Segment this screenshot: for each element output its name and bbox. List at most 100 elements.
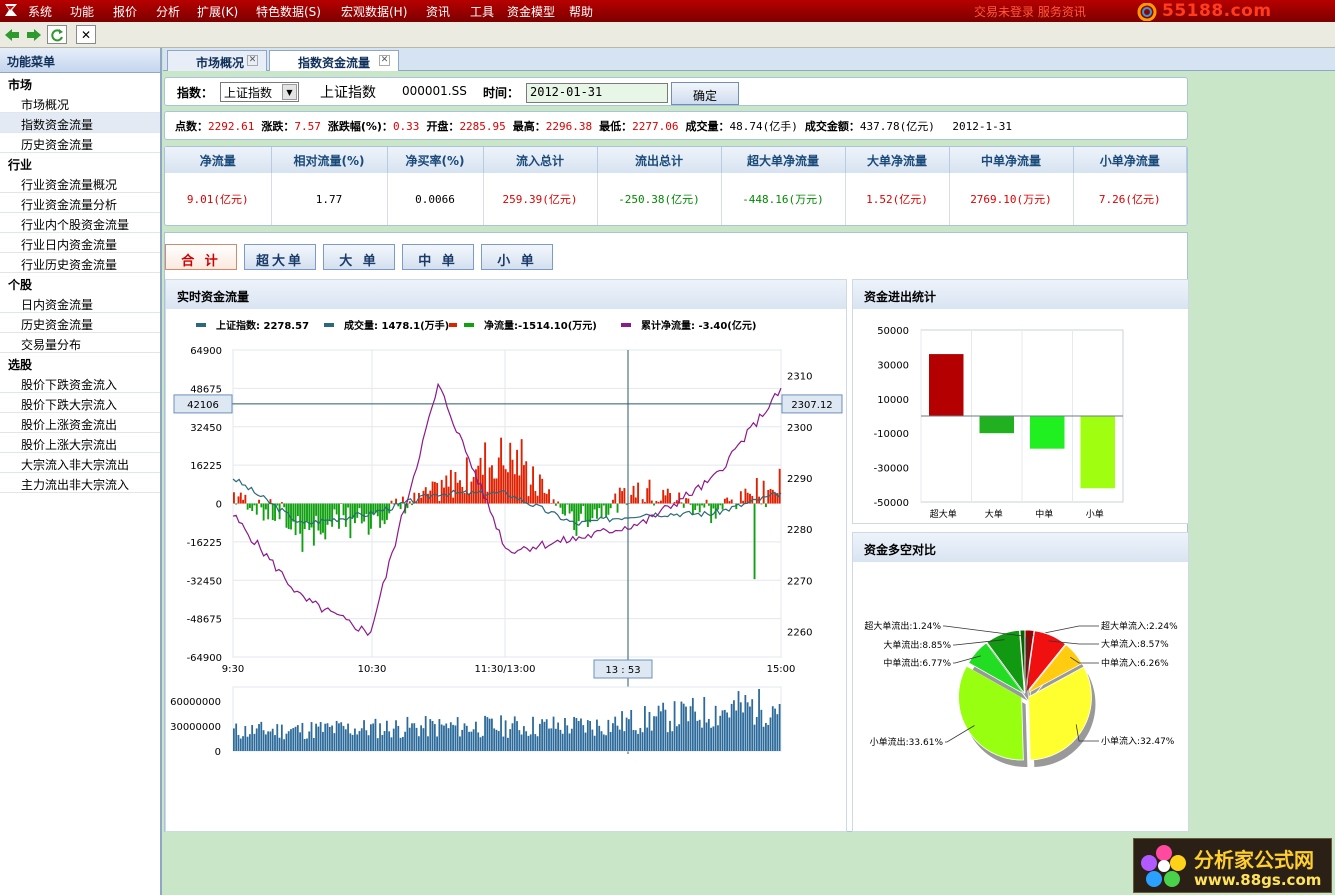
confirm-button[interactable]: 确定 bbox=[671, 82, 739, 105]
index-select[interactable]: 上证指数 ▼ bbox=[220, 82, 299, 102]
chevron-down-icon[interactable]: ▼ bbox=[282, 84, 297, 100]
segment-total-button[interactable]: 合 计 bbox=[165, 244, 237, 270]
tab-close-icon[interactable]: ✕ bbox=[247, 55, 258, 66]
volume-bar bbox=[767, 724, 770, 751]
net-flow-bar bbox=[605, 503, 608, 518]
cell-l-net: 1.52(亿元) bbox=[845, 173, 950, 225]
tab-index-fund-flow[interactable]: 指数资金流量 ✕ bbox=[269, 50, 399, 71]
volume-bar bbox=[285, 733, 288, 751]
volume-bar bbox=[404, 731, 407, 751]
sidebar-item-screen-3[interactable]: 股价上涨资金流出 bbox=[0, 413, 160, 433]
net-flow-bar bbox=[497, 457, 500, 504]
net-flow-bar bbox=[710, 503, 713, 524]
segment-l-button[interactable]: 大 单 bbox=[323, 244, 395, 270]
net-flow-bar bbox=[586, 503, 589, 528]
net-flow-bar bbox=[388, 503, 391, 514]
volume-bar bbox=[607, 719, 610, 751]
segment-s-button[interactable]: 小 单 bbox=[481, 244, 553, 270]
back-arrow-icon[interactable] bbox=[2, 25, 22, 44]
sidebar-item-history-fund-flow[interactable]: 历史资金流量 bbox=[0, 133, 160, 153]
login-status[interactable]: 交易未登录 服务资讯 bbox=[974, 3, 1086, 20]
close-icon[interactable]: ✕ bbox=[76, 25, 96, 44]
menu-tools[interactable]: 工具 bbox=[470, 3, 494, 20]
menu-analysis[interactable]: 分析 bbox=[156, 3, 180, 20]
volume-bar bbox=[735, 710, 738, 751]
volume-bar bbox=[682, 703, 685, 751]
menu-system[interactable]: 系统 bbox=[28, 3, 52, 20]
net-flow-bar bbox=[509, 442, 512, 504]
volume-bar bbox=[625, 717, 628, 751]
menu-macro-data[interactable]: 宏观数据(H) bbox=[341, 3, 407, 20]
menu-extend[interactable]: 扩展(K) bbox=[197, 3, 238, 20]
volume-bar bbox=[324, 723, 327, 751]
tab-close-icon[interactable]: ✕ bbox=[379, 55, 390, 66]
menu-help[interactable]: 帮助 bbox=[569, 3, 593, 20]
legend-label: 上证指数: 2278.57 bbox=[216, 319, 309, 332]
volume-bar bbox=[730, 703, 733, 751]
volume-bar bbox=[347, 723, 349, 751]
net-flow-bar bbox=[630, 494, 633, 504]
left-axis-tick: 32450 bbox=[190, 423, 222, 434]
volume-bar bbox=[742, 712, 744, 751]
sidebar-item-market-overview[interactable]: 市场概况 bbox=[0, 93, 160, 113]
sidebar-item-index-fund-flow[interactable]: 指数资金流量 bbox=[0, 113, 160, 133]
volume-bar bbox=[449, 722, 452, 751]
volume-bar bbox=[406, 716, 409, 751]
right-axis-tick: 2290 bbox=[787, 474, 812, 485]
volume-bar bbox=[443, 725, 445, 751]
net-flow-bar bbox=[312, 503, 315, 546]
segment-xl-button[interactable]: 超大单 bbox=[244, 244, 316, 270]
sidebar-item-industry-analysis[interactable]: 行业资金流量分析 bbox=[0, 193, 160, 213]
sidebar-item-screen-4[interactable]: 股价上涨大宗流出 bbox=[0, 433, 160, 453]
sidebar-item-intraday-flow[interactable]: 日内资金流量 bbox=[0, 293, 160, 313]
date-input[interactable]: 2012-01-31 bbox=[526, 83, 668, 103]
sidebar-item-screen-6[interactable]: 主力流出非大宗流入 bbox=[0, 473, 160, 493]
volume-bar bbox=[431, 720, 434, 751]
volume-bar bbox=[374, 718, 377, 751]
menu-function[interactable]: 功能 bbox=[70, 3, 94, 20]
sidebar-item-volume-distribution[interactable]: 交易量分布 bbox=[0, 333, 160, 353]
net-flow-bar bbox=[296, 503, 299, 517]
forward-arrow-icon[interactable] bbox=[24, 25, 44, 44]
menu-news[interactable]: 资讯 bbox=[426, 3, 450, 20]
tab-label: 指数资金流量 bbox=[298, 56, 371, 70]
realtime-flow-chart[interactable]: 上证指数: 2278.57 成交量: 1478.1(万手) 净流量:-1514.10… bbox=[166, 309, 846, 831]
sidebar-item-screen-2[interactable]: 股价下跌大宗流入 bbox=[0, 393, 160, 413]
net-flow-bar bbox=[541, 478, 544, 504]
net-flow-bar bbox=[698, 503, 701, 513]
volume-bar bbox=[486, 717, 489, 751]
volume-bar bbox=[502, 736, 505, 751]
quote-row: 点数：2292.61 涨跌：7.57 涨跌幅(%)：0.33 开盘：2285.9… bbox=[175, 118, 1012, 134]
menu-special-data[interactable]: 特色数据(S) bbox=[256, 3, 321, 20]
net-flow-bar bbox=[306, 503, 308, 522]
sidebar-item-industry-overview[interactable]: 行业资金流量概况 bbox=[0, 173, 160, 193]
volume-bar bbox=[326, 723, 329, 751]
volume-bar bbox=[726, 712, 728, 751]
sidebar-item-stock-history-flow[interactable]: 历史资金流量 bbox=[0, 313, 160, 333]
volume-bar bbox=[340, 722, 343, 751]
volume-bar bbox=[242, 736, 244, 751]
volume-bar bbox=[691, 697, 694, 751]
volume-bar bbox=[456, 717, 459, 751]
volume-bar bbox=[630, 709, 633, 751]
volume-bar bbox=[308, 731, 311, 751]
volume-bar bbox=[433, 724, 436, 751]
sidebar-item-industry-intraday[interactable]: 行业日内资金流量 bbox=[0, 233, 160, 253]
segment-m-button[interactable]: 中 单 bbox=[402, 244, 474, 270]
refresh-icon[interactable] bbox=[47, 25, 67, 44]
sidebar-item-screen-5[interactable]: 大宗流入非大宗流出 bbox=[0, 453, 160, 473]
volume-bar bbox=[278, 737, 281, 751]
sidebar-item-screen-1[interactable]: 股价下跌资金流入 bbox=[0, 373, 160, 393]
net-flow-bar bbox=[422, 490, 425, 504]
open-value: 2285.95 bbox=[459, 120, 506, 133]
net-flow-bar bbox=[431, 481, 434, 504]
menu-fund-model[interactable]: 资金模型 bbox=[507, 3, 555, 20]
app-logo-icon[interactable] bbox=[3, 2, 19, 18]
sidebar-item-industry-stocks[interactable]: 行业内个股资金流量 bbox=[0, 213, 160, 233]
volume-bar bbox=[575, 718, 578, 751]
left-axis-tick: -48675 bbox=[187, 615, 222, 626]
volume-bar bbox=[317, 726, 320, 751]
menu-quote[interactable]: 报价 bbox=[113, 3, 137, 20]
sidebar-item-industry-history[interactable]: 行业历史资金流量 bbox=[0, 253, 160, 273]
tab-market-overview[interactable]: 市场概况 ✕ bbox=[167, 50, 267, 71]
